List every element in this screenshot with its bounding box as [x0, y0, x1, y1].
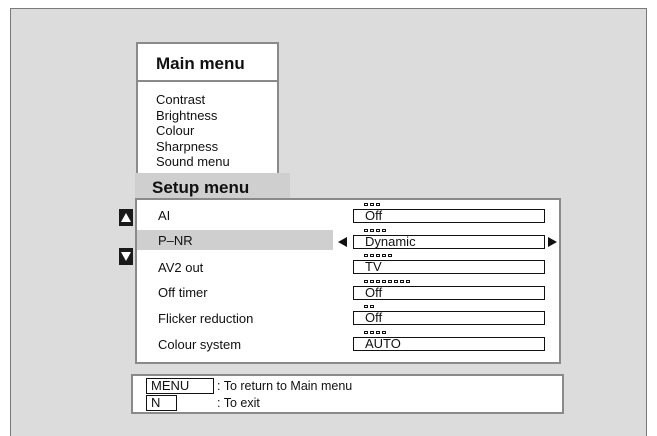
scroll-up-button[interactable] [119, 209, 133, 226]
colour-system-value-field[interactable]: AUTO [353, 337, 545, 351]
p-nr-value-field[interactable]: Dynamic [353, 235, 545, 249]
value-indicator [364, 203, 380, 207]
triangle-right-icon[interactable] [548, 237, 557, 247]
setup-item-off-timer[interactable]: Off timer [137, 282, 333, 302]
setup-menu-title: Setup menu [135, 173, 290, 198]
off-timer-value-field[interactable]: Off [353, 286, 545, 300]
menu-help-text: : To return to Main menu [217, 379, 353, 393]
setup-item-colour-system[interactable]: Colour system [137, 334, 333, 354]
help-panel: MENU : To return to Main menu N : To exi… [131, 374, 564, 414]
setup-item-ai[interactable]: AI [137, 205, 333, 225]
setup-item-av2-out[interactable]: AV2 out [137, 257, 333, 277]
main-menu-item-colour[interactable]: Colour [156, 123, 230, 139]
value-indicator [364, 229, 386, 233]
ai-value-field[interactable]: Off [353, 209, 545, 223]
av2-out-value-field[interactable]: TV [353, 260, 545, 274]
flicker-reduction-value-field[interactable]: Off [353, 311, 545, 325]
scroll-down-button[interactable] [119, 248, 133, 265]
value-indicator [364, 331, 386, 335]
main-menu-item-contrast[interactable]: Contrast [156, 92, 230, 108]
n-key[interactable]: N [146, 395, 177, 411]
main-menu-item-sound-menu[interactable]: Sound menu [156, 154, 230, 170]
setup-item-p-nr[interactable]: P–NR [137, 230, 333, 250]
main-menu-title: Main menu [138, 44, 277, 82]
main-menu-panel: Main menu Contrast Brightness Colour Sha… [136, 42, 279, 190]
setup-menu-panel: AI Off P–NR Dynamic AV2 out TV Off timer… [135, 198, 561, 364]
triangle-down-icon [121, 252, 131, 261]
menu-key[interactable]: MENU [146, 378, 214, 394]
exit-help-text: : To exit [217, 396, 260, 410]
triangle-up-icon [121, 213, 131, 222]
triangle-left-icon[interactable] [338, 237, 347, 247]
main-menu-list: Contrast Brightness Colour Sharpness Sou… [156, 92, 230, 170]
main-menu-item-brightness[interactable]: Brightness [156, 108, 230, 124]
setup-item-flicker-reduction[interactable]: Flicker reduction [137, 308, 333, 328]
value-indicator [364, 280, 410, 284]
value-indicator [364, 305, 374, 309]
value-indicator [364, 254, 392, 258]
main-menu-item-sharpness[interactable]: Sharpness [156, 139, 230, 155]
